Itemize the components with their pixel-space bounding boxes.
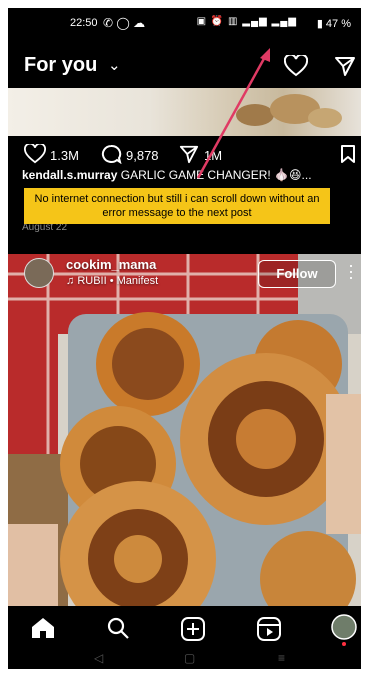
recents-icon[interactable]: ≡	[278, 651, 285, 665]
avatar[interactable]	[24, 258, 54, 288]
system-nav-bar: ◁ ▢ ≡	[8, 650, 361, 669]
music-info[interactable]: ♫ RUBII • Manifest	[66, 275, 158, 287]
post-username[interactable]: cookim_mama	[66, 257, 156, 272]
home-icon[interactable]	[30, 616, 56, 645]
music-note-icon: ♫	[66, 275, 78, 287]
search-icon[interactable]	[106, 616, 130, 645]
reels-icon[interactable]	[256, 616, 282, 647]
back-icon[interactable]: ◁	[94, 651, 103, 665]
post-photo[interactable]: cookim_mama ♫ RUBII • Manifest Follow · ·…	[8, 254, 361, 606]
home-button-icon[interactable]: ▢	[184, 651, 195, 665]
music-label: RUBII • Manifest	[77, 275, 159, 287]
pastry-photo	[8, 254, 361, 606]
add-icon[interactable]	[180, 616, 206, 647]
post-user-bar: cookim_mama ♫ RUBII • Manifest Follow · ·…	[8, 254, 361, 294]
follow-button[interactable]: Follow	[258, 260, 336, 288]
more-options-icon[interactable]: · · ·	[348, 256, 354, 286]
profile-avatar[interactable]	[330, 614, 358, 651]
bottom-nav	[8, 608, 361, 648]
phone-screen: 22:50 ✆ ◯ ☁ ▣ ⏰ ▥ ▂▄▆ ▂▄▆ ▮ 47 % For you…	[8, 8, 361, 669]
